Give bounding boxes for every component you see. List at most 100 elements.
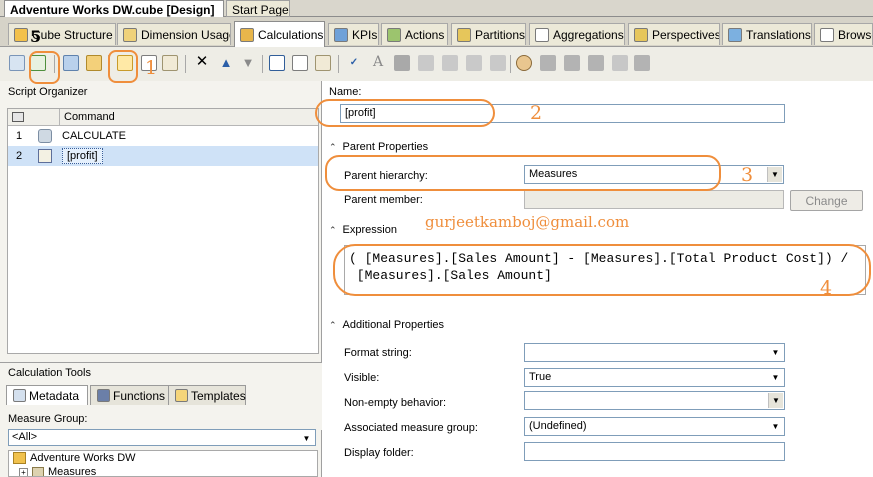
process-icon[interactable] [9, 55, 25, 71]
grid-icon[interactable] [540, 55, 556, 71]
list-icon[interactable] [490, 55, 506, 71]
row-command: CALCULATE [62, 130, 126, 142]
designer-tab-strip: Cube Structure Dimension Usage Calculati… [0, 17, 873, 47]
document-tab-strip: Adventure Works DW.cube [Design] Start P… [0, 0, 873, 17]
parent-member-input[interactable] [524, 190, 784, 209]
annotation-number-5: 5 [30, 27, 42, 46]
filter-icon[interactable] [588, 55, 604, 71]
expression-line: [Measures].[Sales Amount] [349, 268, 552, 283]
non-empty-behavior-label: Non-empty behavior: [344, 397, 447, 409]
display-folder-input[interactable] [524, 442, 785, 461]
collapse-icon: ⌃ [329, 224, 337, 235]
name-label: Name: [329, 86, 362, 98]
tab-cube-structure[interactable]: Cube Structure [8, 23, 116, 45]
tab-calculations[interactable]: Calculations [234, 21, 325, 47]
associated-measure-group-label: Associated measure group: [344, 422, 478, 434]
table-icon[interactable] [564, 55, 580, 71]
script-row-selected[interactable]: 2 [profit] [8, 146, 318, 166]
expression-header[interactable]: ⌃ Expression [329, 224, 397, 236]
change-button[interactable]: Change [790, 190, 863, 211]
tab-label: Actions [405, 27, 445, 42]
new-calculated-member-icon[interactable] [117, 55, 133, 71]
script-view-icon[interactable] [162, 55, 178, 71]
properties-icon[interactable] [315, 55, 331, 71]
tab-metadata[interactable]: Metadata [6, 385, 88, 405]
tab-functions[interactable]: Functions [90, 385, 170, 405]
name-value: [profit] [345, 107, 376, 119]
tab-perspectives[interactable]: Perspectives [628, 23, 720, 45]
tab-label: Aggregations [553, 27, 624, 42]
script-row[interactable]: 1 CALCULATE [8, 126, 318, 146]
column-header-command[interactable]: Command [60, 109, 318, 125]
delete-icon[interactable]: ✕ [194, 54, 210, 71]
calculator-icon [240, 27, 254, 42]
parent-properties-header[interactable]: ⌃ Parent Properties [329, 141, 428, 153]
expand-icon[interactable]: + [19, 467, 28, 476]
row-command: [profit] [62, 148, 103, 164]
tab-label: Browser [838, 27, 872, 42]
tab-partitions[interactable]: Partitions [451, 23, 526, 45]
form-view-icon[interactable] [269, 55, 285, 71]
tab-actions[interactable]: Actions [381, 23, 448, 45]
doc-tab-cube-design[interactable]: Adventure Works DW.cube [Design] [4, 0, 224, 17]
folder-icon [32, 466, 44, 476]
script-organizer-grid: Command 1 CALCULATE 2 [profit] [7, 108, 319, 354]
cube-calc-icon [38, 129, 52, 143]
tab-label: Cube Structure [32, 27, 113, 42]
spell-check-icon[interactable]: ✓ [346, 55, 362, 71]
chevron-down-icon: ▼ [771, 348, 780, 357]
additional-properties-header[interactable]: ⌃ Additional Properties [329, 319, 444, 331]
toolbar-separator [108, 55, 109, 73]
tab-dimension-usage[interactable]: Dimension Usage [117, 23, 231, 45]
indent-icon[interactable] [442, 55, 458, 71]
tree-item-label: Measures [48, 466, 97, 477]
tab-templates[interactable]: Templates [168, 385, 246, 405]
outdent-icon[interactable] [466, 55, 482, 71]
doc-tab-start-page[interactable]: Start Page [226, 0, 290, 17]
section-label: Expression [342, 224, 397, 236]
tab-label: KPIs [352, 27, 378, 42]
associated-measure-group-select[interactable]: (Undefined) ▼ [524, 417, 785, 436]
clear-icon[interactable] [612, 55, 628, 71]
chevron-down-icon: ▼ [302, 434, 311, 443]
collapse-icon: ⌃ [329, 141, 337, 152]
expression-editor[interactable]: ( [Measures].[Sales Amount] - [Measures]… [344, 245, 866, 295]
color-icon[interactable] [394, 55, 410, 71]
tab-label: Partitions [475, 27, 526, 42]
tab-translations[interactable]: Translations [722, 23, 812, 45]
action-icon [387, 27, 401, 42]
row-number: 2 [15, 150, 23, 162]
cube-icon [14, 27, 28, 42]
move-up-icon[interactable]: ▲ [218, 55, 234, 71]
folder-icon[interactable] [86, 55, 102, 71]
visible-label: Visible: [344, 372, 380, 384]
non-empty-behavior-select[interactable]: ▼ [524, 391, 785, 410]
kpi-icon [334, 27, 348, 42]
measure-group-select[interactable]: <All> ▼ [8, 429, 316, 446]
export-icon[interactable] [634, 55, 650, 71]
users-icon[interactable] [516, 55, 532, 71]
annotation-number-2: 2 [530, 102, 543, 124]
visible-select[interactable]: True ▼ [524, 368, 785, 387]
tree-item-measures[interactable]: + Measures [9, 465, 317, 477]
row-icon-cell [30, 149, 60, 163]
magnifier-icon [820, 27, 834, 42]
tab-browser[interactable]: Browser [814, 23, 873, 45]
tree-item-cube[interactable]: Adventure Works DW [9, 451, 317, 465]
new-named-set-icon[interactable] [63, 55, 79, 71]
tab-label: Translations [746, 27, 811, 42]
script-pane-icon[interactable] [292, 55, 308, 71]
toolbar-separator [262, 55, 263, 73]
format-string-select[interactable]: ▼ [524, 343, 785, 362]
reconnect-icon[interactable] [30, 55, 46, 71]
name-input[interactable]: [profit] [340, 104, 785, 123]
font-icon[interactable]: A [370, 55, 386, 71]
tab-kpis[interactable]: KPIs [328, 23, 379, 45]
tab-aggregations[interactable]: Aggregations [529, 23, 625, 45]
tab-label: Functions [113, 388, 166, 403]
align-left-icon[interactable] [418, 55, 434, 71]
move-down-icon[interactable]: ▼ [240, 55, 256, 71]
tab-label: Perspectives [652, 27, 720, 42]
section-label: Additional Properties [342, 319, 445, 331]
cube-icon [13, 452, 26, 464]
